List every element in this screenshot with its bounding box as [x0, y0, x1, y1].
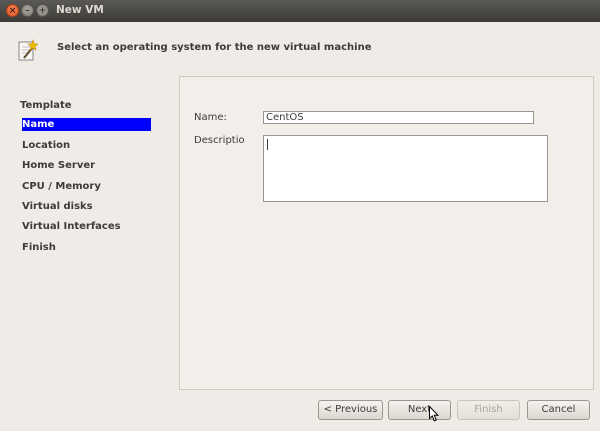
previous-button[interactable]: < Previous — [318, 400, 383, 420]
next-button[interactable]: Next — [388, 400, 451, 420]
wizard-wand-icon — [18, 39, 38, 61]
wizard-steps-sidebar: Template Name Location Home Server CPU /… — [12, 86, 174, 391]
description-textarea[interactable] — [263, 135, 548, 202]
cancel-button[interactable]: Cancel — [527, 400, 590, 420]
sidebar-item-virtual-disks[interactable]: Virtual disks — [22, 200, 93, 213]
minimize-icon[interactable]: – — [21, 4, 34, 17]
window-title: New VM — [56, 4, 104, 16]
close-icon[interactable]: × — [6, 4, 19, 17]
mouse-pointer-icon — [429, 406, 439, 422]
sidebar-item-cpu-memory[interactable]: CPU / Memory — [22, 180, 101, 193]
sidebar-item-name[interactable]: Name — [22, 118, 151, 131]
maximize-icon[interactable]: + — [36, 4, 49, 17]
sidebar-item-home-server[interactable]: Home Server — [22, 159, 95, 172]
text-caret — [267, 139, 268, 150]
page-header: Select an operating system for the new v… — [57, 42, 372, 53]
description-label: Descriptio — [194, 135, 245, 146]
sidebar-item-location[interactable]: Location — [22, 139, 70, 152]
sidebar-item-template[interactable]: Template — [20, 99, 72, 112]
name-label: Name: — [194, 112, 227, 123]
finish-button[interactable]: Finish — [457, 400, 520, 420]
sidebar-item-finish[interactable]: Finish — [22, 241, 56, 254]
title-bar: × – + New VM — [0, 0, 600, 22]
name-input[interactable] — [263, 111, 534, 124]
sidebar-item-virtual-interfaces[interactable]: Virtual Interfaces — [22, 220, 121, 233]
